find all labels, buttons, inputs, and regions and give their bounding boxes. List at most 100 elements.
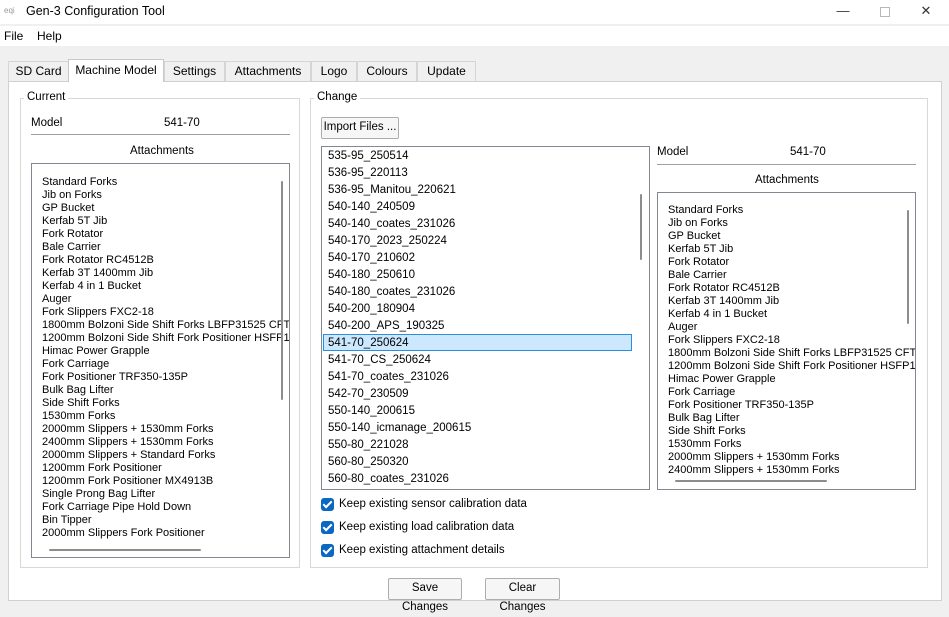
list-item[interactable]: 1200mm Bolzoni Side Shift Fork Positione… <box>42 332 289 345</box>
list-item[interactable]: Himac Power Grapple <box>42 345 150 358</box>
list-item[interactable]: 1530mm Forks <box>42 410 115 423</box>
list-item[interactable]: Fork Slippers FXC2-18 <box>42 306 154 319</box>
list-item[interactable]: Jib on Forks <box>42 189 102 202</box>
list-item[interactable]: Auger <box>42 293 71 306</box>
list-item[interactable]: Fork Slippers FXC2-18 <box>668 334 780 347</box>
model-file-item[interactable]: 536-95_220113 <box>323 164 632 181</box>
close-icon[interactable]: ✕ <box>903 0 949 24</box>
list-item[interactable]: GP Bucket <box>42 202 94 215</box>
list-item[interactable]: Fork Rotator <box>668 256 729 269</box>
list-item[interactable]: 1530mm Forks <box>668 438 741 451</box>
model-file-item[interactable]: 560-80_coates_231026 <box>323 470 632 487</box>
list-item[interactable]: Bale Carrier <box>668 269 727 282</box>
list-item[interactable]: Single Prong Bag Lifter <box>42 488 155 501</box>
model-file-item[interactable]: 540-200_180904 <box>323 300 632 317</box>
list-item[interactable]: Fork Positioner TRF350-135P <box>42 371 188 384</box>
list-item[interactable]: Kerfab 4 in 1 Bucket <box>668 308 767 321</box>
list-item[interactable]: 2000mm Slippers + Standard Forks <box>42 449 215 462</box>
model-file-item[interactable]: 541-70_coates_231026 <box>323 368 632 385</box>
list-item[interactable]: GP Bucket <box>668 230 720 243</box>
model-file-item[interactable]: 540-170_210602 <box>323 249 632 266</box>
clear-changes-button[interactable]: Clear Changes <box>485 578 560 613</box>
model-file-list[interactable]: 535-95_250514 536-95_220113 536-95_Manitou… <box>321 146 650 490</box>
maximize-icon[interactable] <box>862 0 908 24</box>
change-attachments-vscroll[interactable] <box>907 210 909 324</box>
list-item[interactable]: 1800mm Bolzoni Side Shift Forks LBFP3152… <box>42 319 289 332</box>
tab-update[interactable]: Update <box>417 61 476 81</box>
list-item[interactable]: Bale Carrier <box>42 241 101 254</box>
list-item[interactable]: Kerfab 5T Jib <box>668 243 733 256</box>
import-files-button[interactable]: Import Files ... <box>321 117 399 139</box>
model-file-item[interactable]: 535-95_250514 <box>323 147 632 164</box>
list-item[interactable]: Bulk Bag Lifter <box>668 412 740 425</box>
keep-sensor-calibration-label[interactable]: Keep existing sensor calibration data <box>339 498 527 510</box>
list-item[interactable]: Fork Rotator <box>42 228 103 241</box>
model-file-item[interactable]: 540-200_APS_190325 <box>323 317 632 334</box>
menu-file[interactable]: File <box>4 29 23 43</box>
list-item[interactable]: 1800mm Bolzoni Side Shift Forks LBFP3152… <box>668 347 915 360</box>
list-item[interactable]: 1200mm Bolzoni Side Shift Fork Positione… <box>668 360 915 373</box>
current-attachments-vscroll[interactable] <box>281 181 283 400</box>
list-item[interactable]: 2000mm Slippers + 1530mm Forks <box>42 423 213 436</box>
model-file-item[interactable]: 540-180_250610 <box>323 266 632 283</box>
model-file-item[interactable]: 550-80_221028 <box>323 436 632 453</box>
minimize-icon[interactable]: — <box>820 0 866 24</box>
list-item[interactable]: 2400mm Slippers + 1530mm Forks <box>42 436 213 449</box>
keep-sensor-calibration-checkbox[interactable] <box>321 498 334 511</box>
keep-load-calibration-label[interactable]: Keep existing load calibration data <box>339 521 514 533</box>
model-file-item[interactable]: 540-140_240509 <box>323 198 632 215</box>
model-file-item[interactable]: 540-180_coates_231026 <box>323 283 632 300</box>
list-item[interactable]: Standard Forks <box>668 204 743 217</box>
tab-attachments[interactable]: Attachments <box>225 61 311 81</box>
keep-attachment-details-checkbox[interactable] <box>321 544 334 557</box>
list-item[interactable]: Fork Rotator RC4512B <box>668 282 780 295</box>
model-file-item[interactable]: 540-140_coates_231026 <box>323 215 632 232</box>
model-file-item[interactable]: 560-80_250320 <box>323 453 632 470</box>
list-item[interactable]: Kerfab 3T 1400mm Jib <box>668 295 779 308</box>
list-item[interactable]: 1200mm Fork Positioner <box>42 462 162 475</box>
list-item[interactable]: Fork Carriage <box>668 386 735 399</box>
model-file-item[interactable]: 541-70_CS_250624 <box>323 351 632 368</box>
tab-logo[interactable]: Logo <box>311 61 357 81</box>
menu-help[interactable]: Help <box>37 29 62 43</box>
title-bar[interactable]: eqi Gen-3 Configuration Tool — ✕ <box>0 0 949 24</box>
change-model-value: 541-70 <box>790 146 826 158</box>
list-item[interactable]: Fork Positioner TRF350-135P <box>668 399 814 412</box>
list-item[interactable]: Fork Carriage <box>42 358 109 371</box>
tab-machine-model[interactable]: Machine Model <box>68 59 164 82</box>
model-file-item[interactable]: 541-70_250624 <box>323 334 632 351</box>
model-file-item[interactable]: 542-70_230509 <box>323 385 632 402</box>
list-item[interactable]: Jib on Forks <box>668 217 728 230</box>
change-attachments-hscroll[interactable] <box>675 480 827 482</box>
current-attachments-list[interactable]: Standard Forks Jib on Forks GP Bucket Kerfa… <box>31 163 290 558</box>
list-item[interactable]: 2000mm Slippers Fork Positioner <box>42 527 205 540</box>
model-file-item[interactable]: 536-95_Manitou_220621 <box>323 181 632 198</box>
model-file-item[interactable]: 550-140_200615 <box>323 402 632 419</box>
list-item[interactable]: Auger <box>668 321 697 334</box>
change-attachments-list[interactable]: Standard Forks Jib on Forks GP Bucket Kerfa… <box>657 192 916 490</box>
list-item[interactable]: Himac Power Grapple <box>668 373 776 386</box>
list-item[interactable]: Fork Rotator RC4512B <box>42 254 154 267</box>
model-file-item[interactable]: 550-140_icmanage_200615 <box>323 419 632 436</box>
list-item[interactable]: Bulk Bag Lifter <box>42 384 114 397</box>
list-item[interactable]: Side Shift Forks <box>42 397 120 410</box>
list-item[interactable]: Kerfab 3T 1400mm Jib <box>42 267 153 280</box>
keep-attachment-details-label[interactable]: Keep existing attachment details <box>339 544 505 556</box>
list-item[interactable]: 1200mm Fork Positioner MX4913B <box>42 475 213 488</box>
save-changes-button[interactable]: Save Changes <box>388 578 462 613</box>
list-item[interactable]: Kerfab 4 in 1 Bucket <box>42 280 141 293</box>
current-attachments-hscroll[interactable] <box>49 549 201 551</box>
list-item[interactable]: Standard Forks <box>42 176 117 189</box>
list-item[interactable]: Fork Carriage Pipe Hold Down <box>42 501 191 514</box>
list-item[interactable]: 2000mm Slippers + 1530mm Forks <box>668 451 839 464</box>
tab-settings[interactable]: Settings <box>164 61 225 81</box>
model-file-item[interactable]: 540-170_2023_250224 <box>323 232 632 249</box>
list-item[interactable]: Side Shift Forks <box>668 425 746 438</box>
list-item[interactable]: Kerfab 5T Jib <box>42 215 107 228</box>
tab-colours[interactable]: Colours <box>357 61 417 81</box>
list-item[interactable]: 2400mm Slippers + 1530mm Forks <box>668 464 839 477</box>
tab-sd-card[interactable]: SD Card <box>8 61 69 81</box>
model-file-list-vscroll[interactable] <box>640 194 642 260</box>
list-item[interactable]: Bin Tipper <box>42 514 92 527</box>
keep-load-calibration-checkbox[interactable] <box>321 521 334 534</box>
